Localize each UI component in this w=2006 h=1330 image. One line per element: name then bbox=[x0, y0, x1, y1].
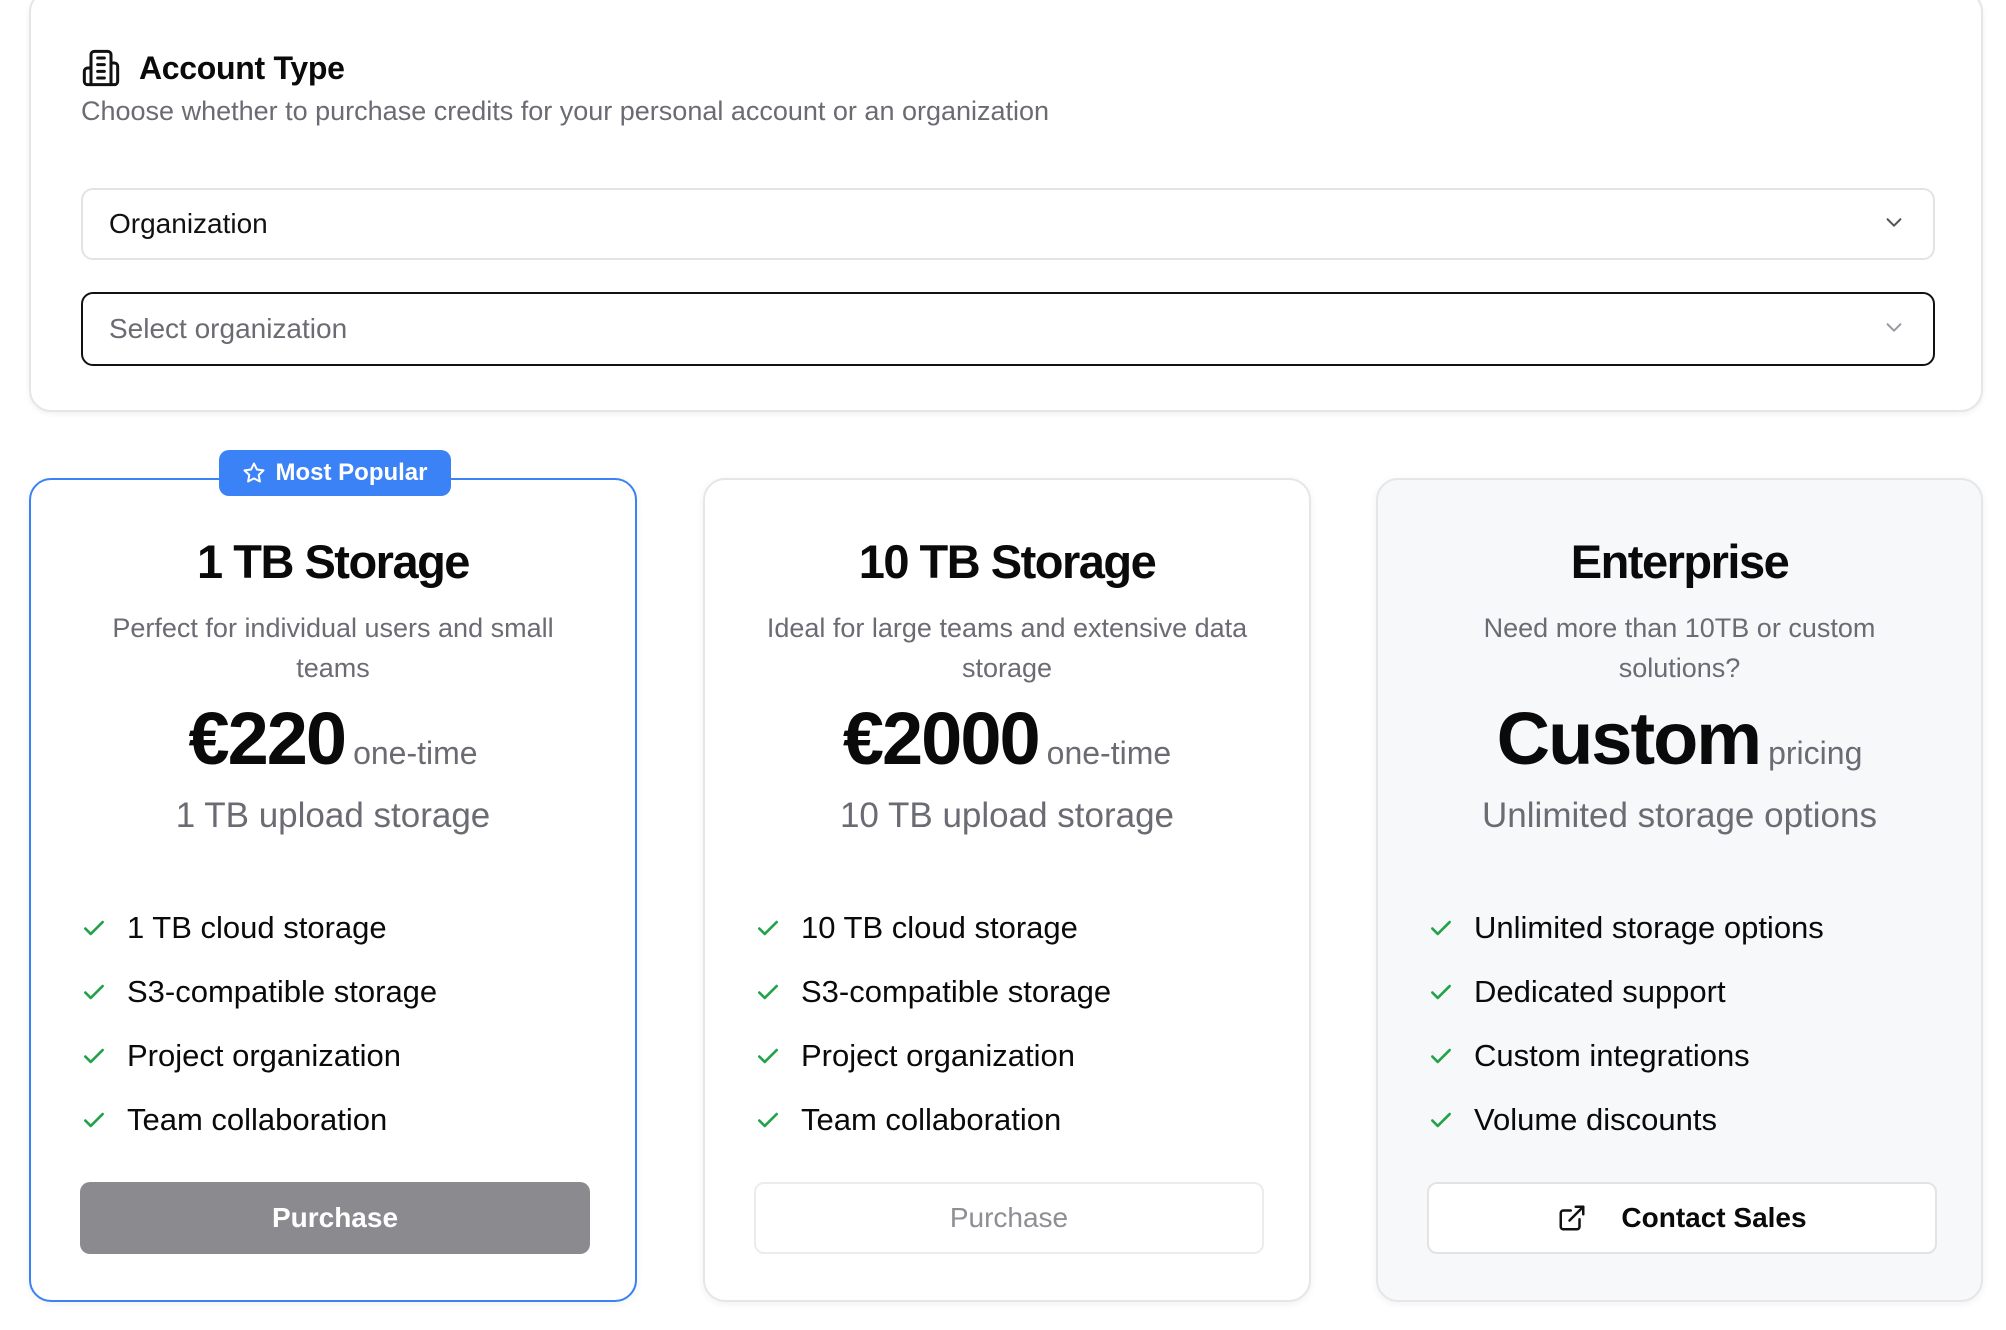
feature-item: S3-compatible storage bbox=[755, 960, 1111, 1024]
feature-label: Volume discounts bbox=[1474, 1102, 1717, 1137]
building-icon bbox=[82, 49, 120, 87]
feature-item: Team collaboration bbox=[755, 1088, 1111, 1152]
check-icon bbox=[758, 1048, 778, 1064]
check-icon bbox=[1431, 1048, 1451, 1064]
most-popular-badge: Most Popular bbox=[219, 450, 451, 496]
plan-card-enterprise: Enterprise Need more than 10TB or custom… bbox=[1376, 478, 1983, 1302]
check-icon bbox=[758, 1112, 778, 1128]
plan-title: 1 TB Storage bbox=[197, 535, 470, 588]
purchase-button[interactable]: Purchase bbox=[80, 1182, 590, 1254]
plan-price-unit: pricing bbox=[1768, 735, 1863, 771]
contact-sales-label: Contact Sales bbox=[1621, 1202, 1807, 1233]
contact-sales-button[interactable]: Contact Sales bbox=[1427, 1182, 1937, 1254]
organization-select[interactable]: Select organization bbox=[81, 292, 1935, 366]
account-type-description: Choose whether to purchase credits for y… bbox=[81, 96, 1050, 126]
feature-item: Custom integrations bbox=[1428, 1024, 1824, 1088]
feature-item: 1 TB cloud storage bbox=[81, 896, 437, 960]
feature-item: Volume discounts bbox=[1428, 1088, 1824, 1152]
plan-description: Ideal for large teams and extensive data… bbox=[766, 613, 1248, 683]
price-row: €220 one-time bbox=[31, 696, 635, 781]
badge-label: Most Popular bbox=[275, 459, 428, 486]
account-type-card: Account Type Choose whether to purchase … bbox=[29, 0, 1983, 412]
feature-label: Custom integrations bbox=[1474, 1038, 1750, 1073]
plan-price: €220 bbox=[188, 697, 347, 780]
plan-price-unit: one-time bbox=[1046, 735, 1172, 771]
check-icon bbox=[758, 920, 778, 936]
purchase-button[interactable]: Purchase bbox=[754, 1182, 1264, 1254]
check-icon bbox=[84, 920, 104, 936]
plan-description: Perfect for individual users and small t… bbox=[112, 613, 554, 683]
feature-list: Unlimited storage options Dedicated supp… bbox=[1428, 896, 1824, 1152]
feature-label: S3-compatible storage bbox=[801, 974, 1112, 1009]
account-type-select[interactable]: Organization bbox=[81, 188, 1935, 260]
plan-description: Need more than 10TB or custom solutions? bbox=[1483, 613, 1876, 683]
account-type-header: Account Type bbox=[81, 48, 345, 88]
feature-label: Team collaboration bbox=[801, 1102, 1062, 1137]
check-icon bbox=[1431, 984, 1451, 1000]
page: Account Type Choose whether to purchase … bbox=[0, 0, 2006, 1330]
feature-label: Project organization bbox=[127, 1038, 401, 1073]
plan-subtitle: 1 TB upload storage bbox=[175, 796, 491, 835]
feature-item: Unlimited storage options bbox=[1428, 896, 1824, 960]
check-icon bbox=[84, 984, 104, 1000]
account-type-title: Account Type bbox=[139, 49, 345, 86]
feature-item: Team collaboration bbox=[81, 1088, 437, 1152]
external-link-icon bbox=[1559, 1205, 1585, 1231]
account-type-select-value: Organization bbox=[109, 208, 268, 239]
check-icon bbox=[1431, 1112, 1451, 1128]
check-icon bbox=[84, 1112, 104, 1128]
check-icon bbox=[758, 984, 778, 1000]
feature-label: Unlimited storage options bbox=[1474, 910, 1824, 945]
price-row: Custom pricing bbox=[1378, 696, 1981, 781]
plan-price: €2000 bbox=[842, 697, 1041, 780]
feature-item: 10 TB cloud storage bbox=[755, 896, 1111, 960]
chevron-down-icon bbox=[1886, 218, 1902, 227]
feature-item: Project organization bbox=[81, 1024, 437, 1088]
chevron-down-icon bbox=[1886, 323, 1902, 332]
feature-label: Project organization bbox=[801, 1038, 1075, 1073]
organization-select-placeholder: Select organization bbox=[109, 313, 348, 344]
plan-card-1tb: Most Popular 1 TB Storage Perfect for in… bbox=[29, 450, 637, 1302]
feature-label: S3-compatible storage bbox=[127, 974, 438, 1009]
check-icon bbox=[84, 1048, 104, 1064]
plan-card-10tb: 10 TB Storage Ideal for large teams and … bbox=[703, 478, 1311, 1302]
star-icon bbox=[243, 462, 265, 483]
plan-title: 10 TB Storage bbox=[858, 535, 1157, 588]
feature-list: 1 TB cloud storage S3-compatible storage… bbox=[81, 896, 437, 1152]
feature-label: Team collaboration bbox=[127, 1102, 388, 1137]
plan-subtitle: Unlimited storage options bbox=[1482, 796, 1877, 835]
plan-price-unit: one-time bbox=[353, 735, 478, 771]
feature-label: 10 TB cloud storage bbox=[801, 910, 1078, 945]
feature-label: Dedicated support bbox=[1474, 974, 1726, 1009]
check-icon bbox=[1431, 920, 1451, 936]
feature-item: S3-compatible storage bbox=[81, 960, 437, 1024]
price-row: €2000 one-time bbox=[705, 696, 1309, 781]
feature-list: 10 TB cloud storage S3-compatible storag… bbox=[755, 896, 1111, 1152]
plan-title: Enterprise bbox=[1570, 535, 1790, 588]
feature-item: Dedicated support bbox=[1428, 960, 1824, 1024]
feature-item: Project organization bbox=[755, 1024, 1111, 1088]
plan-subtitle: 10 TB upload storage bbox=[839, 796, 1175, 835]
plan-price: Custom bbox=[1496, 697, 1762, 780]
feature-label: 1 TB cloud storage bbox=[127, 910, 387, 945]
